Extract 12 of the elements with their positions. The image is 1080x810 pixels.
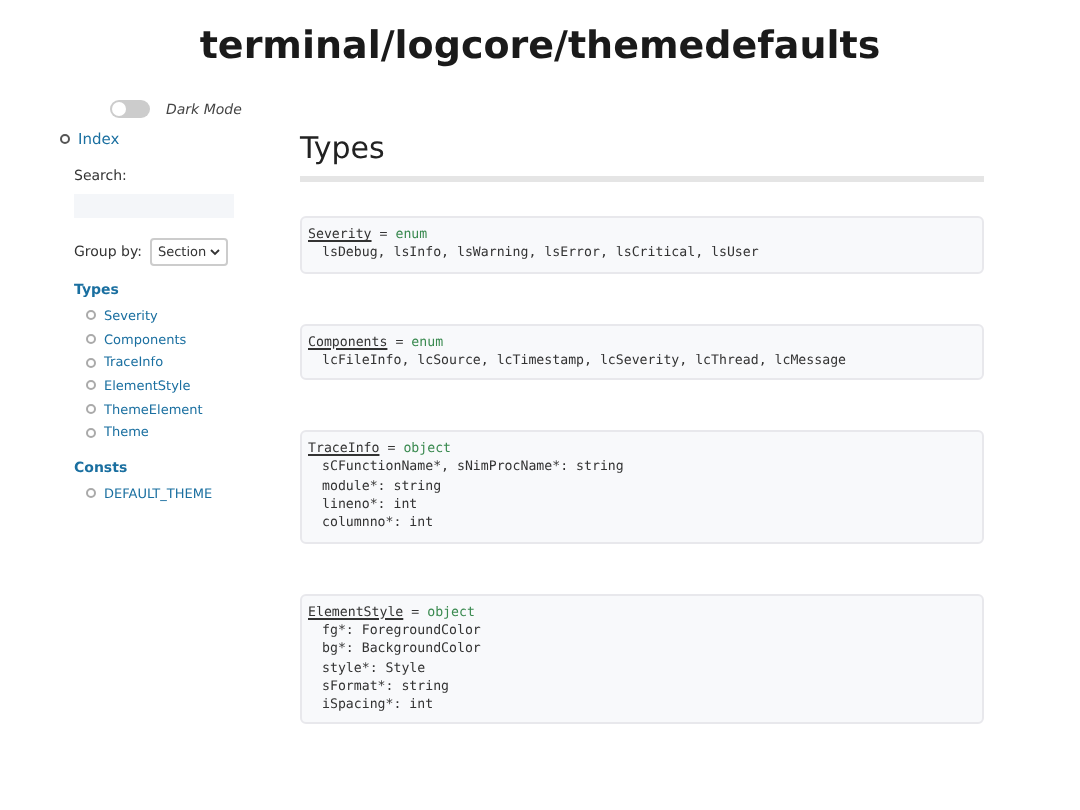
bullet-icon [60,134,70,144]
bullet-icon [86,310,96,321]
bullet-icon [86,404,96,415]
page-title: terminal/logcore/themedefaults [197,24,883,68]
bullet-icon [86,357,96,368]
bullet-icon [86,488,96,499]
dark-mode-toggle[interactable] [110,100,150,118]
bullet-icon [86,334,96,345]
bullet-icon [86,427,96,438]
section-heading: Types [300,130,984,182]
chevron-down-icon [210,248,221,256]
bullet-icon [86,380,96,391]
